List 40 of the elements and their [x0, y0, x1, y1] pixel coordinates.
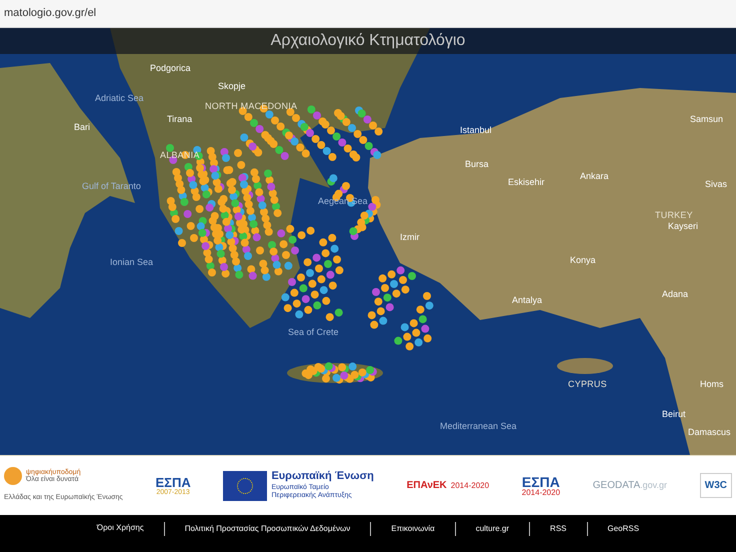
site-title: Αρχαιολογικό Κτηματολόγιο: [270, 31, 466, 51]
map-label: Podgorica: [150, 64, 191, 73]
map-label: Sea of Crete: [288, 328, 339, 337]
map-label: Izmir: [400, 233, 420, 242]
w3c-badge: W3C: [700, 473, 732, 498]
map-label: Bari: [74, 123, 90, 132]
map-label: NORTH MACEDONIA: [205, 102, 298, 111]
map-label: Antalya: [512, 296, 542, 305]
map-label: Eskisehir: [508, 178, 545, 187]
epanek-logo-title: ΕΠΑνΕΚ: [406, 479, 447, 493]
espa-logo-title: ΕΣΠΑ: [155, 476, 191, 488]
map-label: CYPRUS: [568, 380, 607, 389]
footer-link[interactable]: RSS: [550, 523, 566, 535]
map-label: Ankara: [580, 172, 609, 181]
map-label: Skopje: [218, 82, 246, 91]
footer-link[interactable]: Πολιτική Προστασίας Προσωπικών Δεδομένων: [184, 523, 350, 535]
map-label: Sivas: [705, 180, 728, 189]
espa-logo-title: ΕΣΠΑ: [522, 474, 560, 488]
map-label: Bursa: [465, 160, 489, 169]
map-label: Konya: [570, 256, 596, 265]
map-label: Mediterranean Sea: [440, 422, 517, 431]
geodata-logo: GEODATA: [592, 479, 640, 493]
footer-link[interactable]: Όροι Χρήσης: [96, 522, 144, 534]
map-label: Adana: [662, 290, 688, 299]
footer-link[interactable]: GeoRSS: [608, 523, 640, 535]
espa-logo-years: 2014-2020: [522, 488, 560, 496]
eu-logo-title: Ευρωπαϊκή Ένωση: [271, 470, 374, 484]
map-label: Ionian Sea: [110, 258, 154, 267]
map-label: TURKEY: [655, 211, 693, 220]
map-label: Homs: [700, 380, 724, 389]
map-label: Kayseri: [668, 222, 698, 231]
geodata-logo-suffix: .gov.gr: [640, 479, 668, 492]
map-label: Damascus: [688, 428, 731, 437]
map-label: Tirana: [167, 115, 192, 124]
epanek-logo-years: 2014-2020: [450, 480, 490, 492]
map-label: Samsun: [690, 115, 724, 124]
footer-link[interactable]: Επικοινωνία: [391, 523, 435, 535]
address-bar[interactable]: matologio.gov.gr/el: [0, 0, 736, 28]
footer-link[interactable]: culture.gr: [476, 523, 510, 535]
map-label: Istanbul: [460, 126, 492, 135]
